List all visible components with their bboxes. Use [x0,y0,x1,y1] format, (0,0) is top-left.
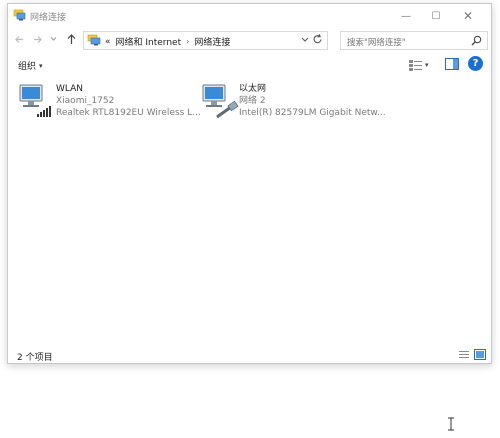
refresh-button[interactable] [312,33,323,48]
connections-list: WLAN Xiaomi_1752 Realtek RTL8192EU Wirel… [8,76,491,341]
refresh-icon [313,33,322,44]
address-bar[interactable]: « 网络和 Internet › 网络连接 [83,31,328,50]
back-button[interactable] [14,34,25,48]
address-row: « 网络和 Internet › 网络连接 搜索"网络连接" [8,28,491,54]
connection-details: WLAN Xiaomi_1752 Realtek RTL8192EU Wirel… [56,83,201,119]
connection-item-wlan[interactable]: WLAN Xiaomi_1752 Realtek RTL8192EU Wirel… [16,81,201,121]
forward-button[interactable] [32,34,43,48]
network-folder-icon [87,34,101,46]
connection-adapter: Intel(R) 82579LM Gigabit Netw... [239,108,386,118]
status-bar: 2 个项目 [8,346,491,364]
connection-name: WLAN [56,84,84,94]
preview-pane-icon[interactable] [445,58,459,70]
breadcrumb-item[interactable]: 网络连接 [194,35,230,48]
connection-name: 以太网 [239,84,267,94]
minimize-button[interactable]: — [391,4,421,28]
details-view-icon[interactable] [459,350,469,360]
connection-item-ethernet[interactable]: 以太网 网络 2 Intel(R) 82579LM Gigabit Netw..… [199,81,386,121]
close-button[interactable]: ✕ [453,4,483,28]
organize-button[interactable]: 组织 ▾ [18,59,43,73]
search-input[interactable]: 搜索"网络连接" [340,31,488,50]
view-options-icon [409,59,422,71]
network-connections-window: 网络连接 — ☐ ✕ « 网络和 Internet › 网络连接 搜索"网络连接… [7,3,492,364]
breadcrumb-overflow[interactable]: « [105,37,111,47]
breadcrumb-item[interactable]: 网络和 Internet [116,35,182,48]
connection-network: Xiaomi_1752 [56,96,115,106]
window-title: 网络连接 [30,13,67,23]
arrow-right-icon [34,36,42,43]
maximize-button[interactable]: ☐ [421,4,451,28]
connection-details: 以太网 网络 2 Intel(R) 82579LM Gigabit Netw..… [239,83,386,119]
breadcrumb-separator[interactable]: › [186,37,189,46]
help-button[interactable]: ? [468,56,483,71]
up-button[interactable] [66,33,77,48]
change-view-button[interactable]: ▾ [409,58,433,72]
arrow-left-icon [15,36,23,43]
search-placeholder: 搜索"网络连接" [347,38,406,48]
network-folder-icon [13,9,26,21]
connection-network: 网络 2 [239,96,266,106]
large-icons-view-icon[interactable] [474,349,486,360]
chevron-down-icon: ▾ [39,61,43,70]
chevron-down-icon [50,37,57,41]
ethernet-network-icon [202,84,239,119]
wireless-network-icon [19,84,56,118]
arrow-up-icon [67,34,76,44]
text-cursor-icon [448,417,454,431]
address-dropdown-button[interactable] [301,35,309,45]
breadcrumb: « 网络和 Internet › 网络连接 [105,35,230,49]
title-bar[interactable]: 网络连接 — ☐ ✕ [8,4,491,28]
organize-label: 组织 [18,62,37,72]
command-bar: 组织 ▾ ▾ ? [8,54,491,76]
item-count: 2 个项目 [17,353,53,363]
chevron-down-icon: ▾ [425,61,429,69]
connection-adapter: Realtek RTL8192EU Wireless L... [56,108,201,118]
search-icon[interactable] [471,35,482,46]
recent-locations-button[interactable] [50,35,57,44]
chevron-down-icon [301,37,309,42]
